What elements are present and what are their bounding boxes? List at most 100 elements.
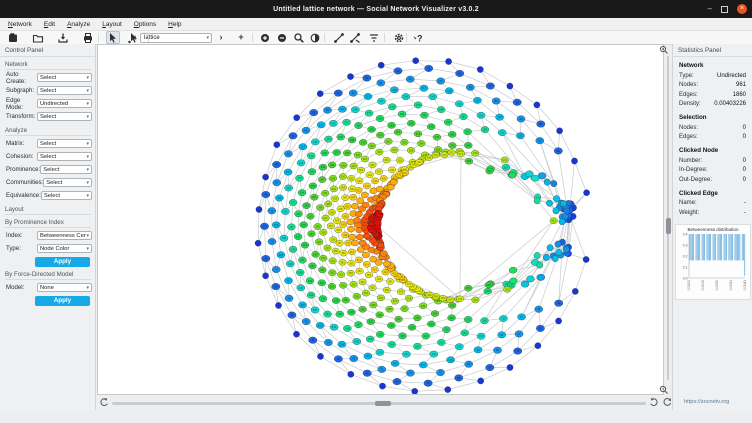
next-relation-button[interactable]: › (216, 31, 226, 44)
graph-node[interactable] (583, 256, 589, 262)
graph-node[interactable] (293, 331, 299, 337)
graph-node[interactable] (294, 115, 300, 121)
graph-node[interactable] (552, 255, 558, 261)
select-tool-icon[interactable] (106, 31, 120, 44)
add-relation-button[interactable]: + (236, 31, 246, 44)
graph-node[interactable] (478, 378, 484, 384)
socnetv-link[interactable]: https://socnetv.org (684, 399, 729, 405)
rotate-slider[interactable] (112, 402, 646, 405)
graph-node[interactable] (534, 102, 540, 108)
rotate-right-icon[interactable] (649, 397, 658, 408)
graph-node[interactable] (351, 240, 358, 246)
new-network-icon[interactable] (6, 31, 20, 44)
graph-node[interactable] (546, 200, 552, 206)
graph-node[interactable] (349, 234, 356, 240)
graph-node[interactable] (378, 62, 384, 68)
remove-node-icon[interactable] (275, 31, 289, 44)
graph-node[interactable] (571, 158, 577, 164)
graph-node[interactable] (347, 219, 354, 225)
graph-node[interactable] (317, 91, 323, 97)
combo-communities[interactable]: Select▾ (43, 178, 92, 187)
graph-node[interactable] (557, 128, 563, 134)
graph-node[interactable] (507, 83, 513, 89)
combo-transform[interactable]: Select▾ (37, 112, 92, 121)
graph-node[interactable] (584, 190, 590, 196)
graph-node[interactable] (509, 172, 517, 178)
graph-node[interactable] (347, 226, 354, 232)
menu-network[interactable]: Network (2, 21, 38, 28)
node-color-icon[interactable] (308, 31, 322, 44)
graph-node[interactable] (563, 246, 569, 252)
graph-node[interactable] (535, 343, 541, 349)
combo-prominence[interactable]: Select▾ (40, 165, 92, 174)
graph-node[interactable] (256, 206, 262, 212)
graph-node[interactable] (387, 184, 394, 190)
graph-node[interactable] (379, 383, 385, 389)
graph-node[interactable] (534, 252, 540, 258)
settings-icon[interactable] (392, 31, 406, 44)
graph-node[interactable] (509, 267, 517, 273)
graph-node[interactable] (383, 261, 390, 267)
edge-pointer-tool-icon[interactable] (126, 31, 140, 44)
zoom-in-icon[interactable] (659, 45, 668, 56)
minimize-icon[interactable]: – (708, 5, 712, 13)
graph-node[interactable] (553, 208, 559, 214)
graph-node[interactable] (553, 196, 559, 202)
combo-matrix[interactable]: Select▾ (37, 139, 92, 148)
graph-node[interactable] (362, 252, 369, 258)
combo-type[interactable]: Node Color▾ (37, 244, 92, 253)
graph-node[interactable] (551, 180, 557, 186)
zoom-slider[interactable] (667, 56, 669, 380)
combo-cohesion[interactable]: Select▾ (37, 152, 92, 161)
graph-node[interactable] (413, 58, 419, 64)
combo-auto-create[interactable]: Select▾ (37, 73, 92, 82)
print-network-icon[interactable] (81, 31, 95, 44)
find-node-icon[interactable] (292, 31, 306, 44)
graph-node[interactable] (363, 233, 370, 239)
graph-node[interactable] (556, 249, 562, 255)
graph-node[interactable] (572, 288, 578, 294)
graph-node[interactable] (507, 364, 513, 370)
combo-index[interactable]: Betweenness Cen▾ (37, 231, 92, 240)
graph-canvas[interactable]: 3435363738394041424344454647484950515253… (97, 44, 664, 395)
graph-node[interactable] (351, 203, 358, 209)
graph-node[interactable] (537, 262, 543, 268)
graph-node[interactable] (347, 74, 353, 80)
graph-node[interactable] (356, 234, 363, 240)
open-network-icon[interactable] (31, 31, 45, 44)
graph-node[interactable] (362, 202, 369, 208)
combo-equivalence[interactable]: Select▾ (41, 191, 92, 200)
graph-node[interactable] (555, 241, 561, 247)
graph-node[interactable] (255, 240, 261, 246)
graph-node[interactable] (412, 388, 418, 394)
graph-node[interactable] (263, 273, 269, 279)
graph-node[interactable] (275, 302, 281, 308)
combo-model[interactable]: None▾ (37, 283, 92, 292)
close-icon[interactable]: × (737, 4, 747, 14)
graph-node[interactable] (556, 318, 562, 324)
graph-node[interactable] (370, 256, 377, 262)
whats-this-help-icon[interactable]: ? (411, 31, 425, 44)
menu-options[interactable]: Options (128, 21, 162, 28)
rotate-slider-handle[interactable] (375, 401, 391, 406)
graph-node[interactable] (534, 198, 540, 204)
zoom-out-icon[interactable] (659, 385, 668, 396)
graph-node[interactable] (509, 278, 517, 284)
graph-node[interactable] (374, 220, 381, 226)
add-node-icon[interactable] (258, 31, 272, 44)
graph-node[interactable] (559, 218, 565, 224)
graph-node[interactable] (560, 200, 566, 206)
graph-node[interactable] (563, 208, 569, 214)
menu-layout[interactable]: Layout (96, 21, 128, 28)
menu-help[interactable]: Help (162, 21, 187, 28)
relation-combobox[interactable]: lattice ▾ (140, 33, 212, 43)
save-network-icon[interactable] (56, 31, 70, 44)
add-edge-icon[interactable] (332, 31, 346, 44)
graph-node[interactable] (544, 179, 550, 185)
graph-node[interactable] (355, 211, 362, 217)
graph-node[interactable] (380, 251, 387, 257)
menu-edit[interactable]: Edit (38, 21, 61, 28)
graph-node[interactable] (359, 240, 366, 246)
graph-node[interactable] (537, 274, 545, 280)
graph-node[interactable] (263, 174, 269, 180)
